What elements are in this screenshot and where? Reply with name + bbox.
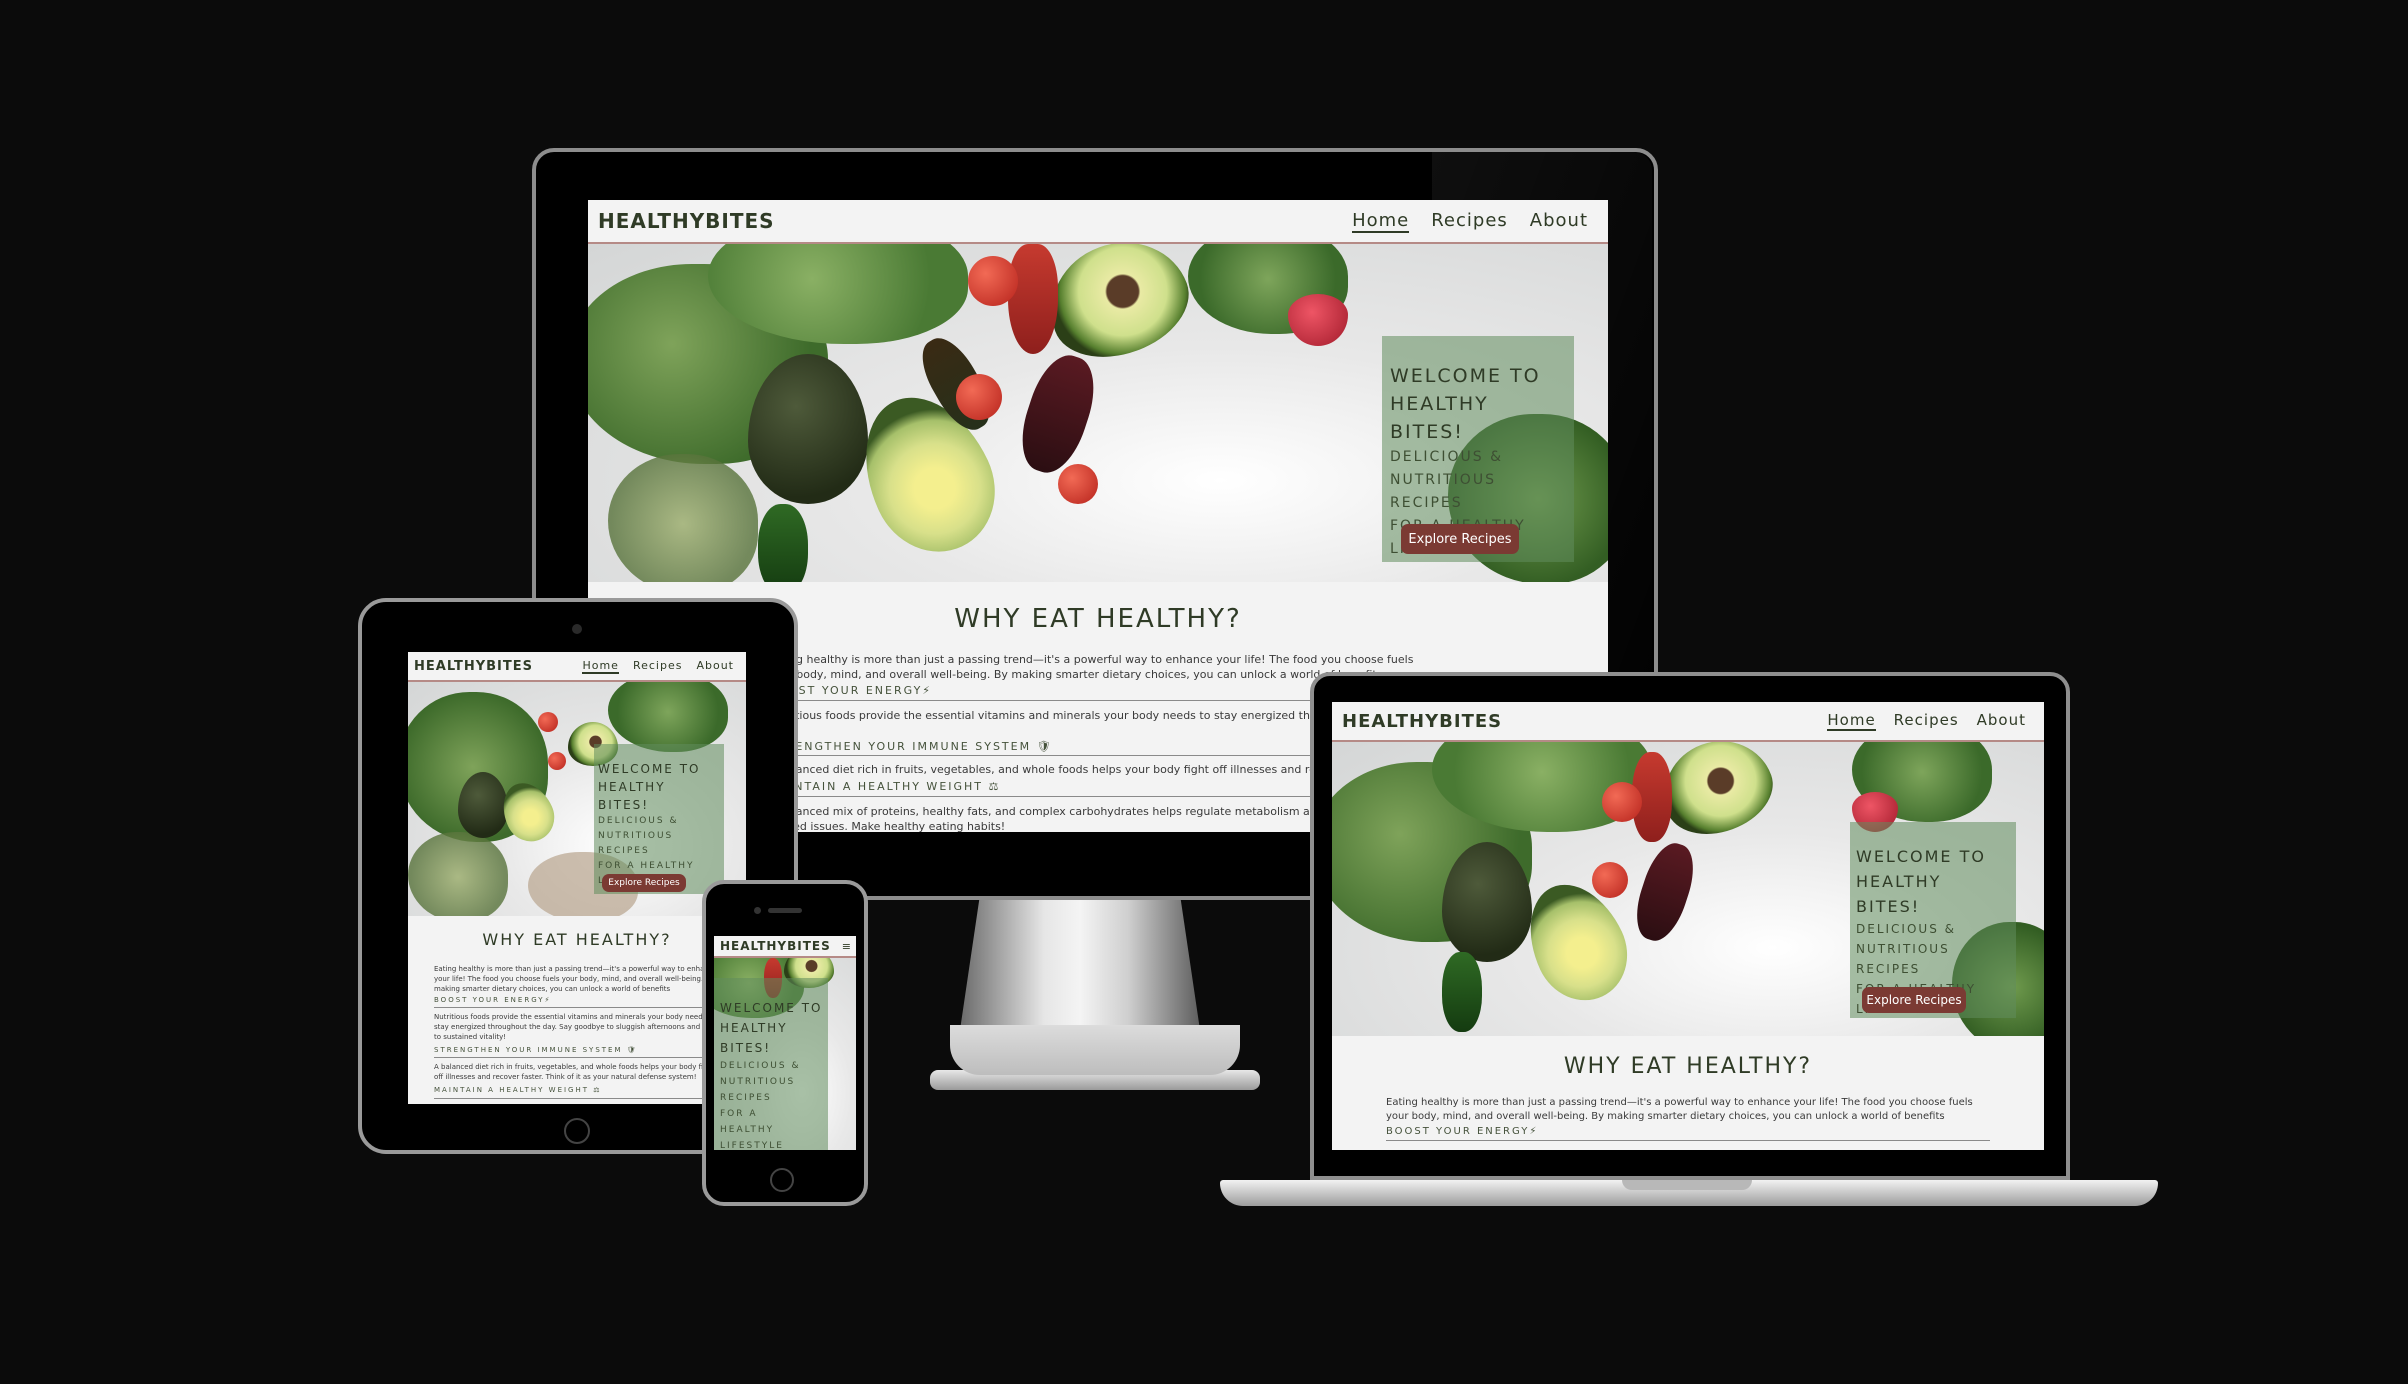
hero-image: WELCOME TO HEALTHY BITES! DELICIOUS & NU… — [588, 244, 1608, 582]
jalapeno — [1442, 952, 1482, 1032]
red-pepper — [1008, 244, 1058, 354]
nav-home[interactable]: Home — [1352, 210, 1410, 233]
hero-sub-1: DELICIOUS & — [720, 1061, 801, 1071]
nav-about[interactable]: About — [1977, 711, 2026, 731]
tablet-camera — [572, 624, 582, 634]
divider — [434, 1057, 720, 1058]
tomato — [1058, 464, 1098, 504]
divider — [434, 1007, 720, 1008]
weight-heading: MAINTAIN A HEALTHY WEIGHT ⚖ — [434, 1086, 602, 1094]
monitor-stand — [960, 900, 1200, 1030]
navbar: HEALTHYBITES ≡ — [714, 936, 856, 958]
hero-heading-1: WELCOME TO — [720, 1001, 823, 1015]
hero-image: WELCOME TO HEALTHY BITES! DELICIOUS & NU… — [1332, 742, 2044, 1036]
nav-about[interactable]: About — [696, 659, 734, 674]
brand-logo[interactable]: HEALTHYBITES — [1342, 711, 1502, 732]
tomato — [956, 374, 1002, 420]
section-title: WHY EAT HEALTHY? — [1563, 1054, 1813, 1079]
hero-sub-2: NUTRITIOUS RECIPES — [1390, 472, 1496, 511]
hero-sub-4: LIFESTYLE — [720, 1141, 784, 1150]
kale-leaf — [608, 682, 728, 752]
hero-sub-1: DELICIOUS & — [1856, 922, 1956, 936]
intro-text: Eating healthy is more than just a passi… — [434, 965, 717, 993]
nav-links: Home Recipes About — [1352, 210, 1588, 233]
hero-sub-1: DELICIOUS & — [598, 816, 679, 826]
hero-sub-2: NUTRITIOUS RECIPES — [598, 831, 674, 856]
navbar: HEALTHYBITES Home Recipes About — [1332, 702, 2044, 742]
herb-sprig — [608, 454, 758, 582]
phone-home-button[interactable] — [770, 1168, 794, 1192]
avocado-whole — [748, 354, 868, 504]
nav-links: Home Recipes About — [1827, 711, 2026, 731]
divider — [434, 1098, 720, 1099]
hero-heading-2: HEALTHY BITES! — [1856, 872, 1942, 916]
tablet-home-button[interactable] — [564, 1118, 590, 1144]
tablet-site-screen: HEALTHYBITES Home Recipes About WELCOME … — [408, 652, 746, 1104]
hero-heading-1: WELCOME TO — [1856, 847, 1986, 866]
navbar: HEALTHYBITES Home Recipes About — [588, 200, 1608, 244]
hero-sub-1: DELICIOUS & — [1390, 449, 1503, 465]
nav-about[interactable]: About — [1530, 210, 1588, 233]
explore-recipes-button[interactable]: Explore Recipes — [1862, 987, 1966, 1013]
phone-speaker — [768, 908, 802, 913]
nav-home[interactable]: Home — [582, 659, 619, 674]
hero-overlay: WELCOME TO HEALTHY BITES! DELICIOUS & NU… — [714, 978, 828, 1150]
tomato — [968, 256, 1018, 306]
nav-recipes[interactable]: Recipes — [1894, 711, 1959, 731]
hero-heading-2: HEALTHY BITES! — [1390, 393, 1489, 443]
hero-heading-1: WELCOME TO — [598, 762, 701, 776]
immune-heading: STRENGTHEN YOUR IMMUNE SYSTEM 🛡 — [768, 740, 1053, 753]
hero-sub-3: FOR A HEALTHY — [720, 1109, 775, 1135]
nav-recipes[interactable]: Recipes — [633, 659, 683, 674]
tomato — [1602, 782, 1642, 822]
strawberry — [1288, 294, 1348, 346]
hero-heading-2: HEALTHY BITES! — [598, 780, 666, 812]
brand-logo[interactable]: HEALTHYBITES — [414, 659, 533, 674]
explore-recipes-button[interactable]: Explore Recipes — [602, 874, 686, 892]
brand-logo[interactable]: HEALTHYBITES — [720, 939, 831, 953]
laptop-notch — [1622, 1180, 1752, 1190]
weight-heading: MAINTAIN A HEALTHY WEIGHT ⚖ — [768, 780, 1001, 793]
section-title: WHY EAT HEALTHY? — [482, 930, 672, 949]
laptop-site-screen: HEALTHYBITES Home Recipes About WELCOME … — [1332, 702, 2044, 1150]
hamburger-icon[interactable]: ≡ — [842, 940, 852, 953]
herb-sprig — [408, 832, 508, 916]
intro-text: Eating healthy is more than just a passi… — [1386, 1097, 1973, 1122]
avocado-half-pit — [1033, 244, 1203, 375]
divider — [1386, 1140, 1990, 1141]
hero-heading-2: HEALTHY BITES! — [720, 1021, 788, 1055]
hero-sub-3: FOR A HEALTHY — [598, 861, 695, 871]
boost-energy-text: Nutritious foods provide the essential v… — [434, 1013, 720, 1041]
nav-links: ≡ — [842, 940, 852, 953]
nav-home[interactable]: Home — [1827, 711, 1876, 731]
hero-sub-2: NUTRITIOUS RECIPES — [720, 1077, 796, 1103]
monitor-stand-neck — [950, 1025, 1240, 1075]
navbar: HEALTHYBITES Home Recipes About — [408, 652, 746, 682]
tomato — [1592, 862, 1628, 898]
nav-links: Home Recipes About — [582, 659, 734, 674]
immune-text: A balanced diet rich in fruits, vegetabl… — [434, 1063, 715, 1081]
explore-recipes-button[interactable]: Explore Recipes — [1401, 524, 1519, 554]
hero-image: WELCOME TO HEALTHY BITES! DELICIOUS & NU… — [714, 958, 856, 1150]
brand-logo[interactable]: HEALTHYBITES — [598, 209, 775, 233]
hero-image: WELCOME TO HEALTHY BITES! DELICIOUS & NU… — [408, 682, 746, 916]
phone-site-screen: HEALTHYBITES ≡ WELCOME TO HEALTHY BITES!… — [714, 936, 856, 1150]
nav-recipes[interactable]: Recipes — [1431, 210, 1508, 233]
phone-camera — [754, 907, 761, 914]
boost-energy-heading: BOOST YOUR ENERGY⚡ — [1386, 1126, 1539, 1137]
dark-pepper — [1627, 837, 1703, 947]
tomato — [548, 752, 566, 770]
hero-sub-2: NUTRITIOUS RECIPES — [1856, 942, 1950, 976]
immune-heading: STRENGTHEN YOUR IMMUNE SYSTEM 🛡 — [434, 1046, 638, 1054]
boost-energy-heading: BOOST YOUR ENERGY⚡ — [434, 996, 552, 1004]
jalapeno — [758, 504, 808, 582]
dark-pepper — [1010, 347, 1106, 481]
hero-overlay: WELCOME TO HEALTHY BITES! DELICIOUS & NU… — [594, 744, 724, 894]
tomato — [538, 712, 558, 732]
hero-heading-1: WELCOME TO — [1390, 365, 1541, 387]
